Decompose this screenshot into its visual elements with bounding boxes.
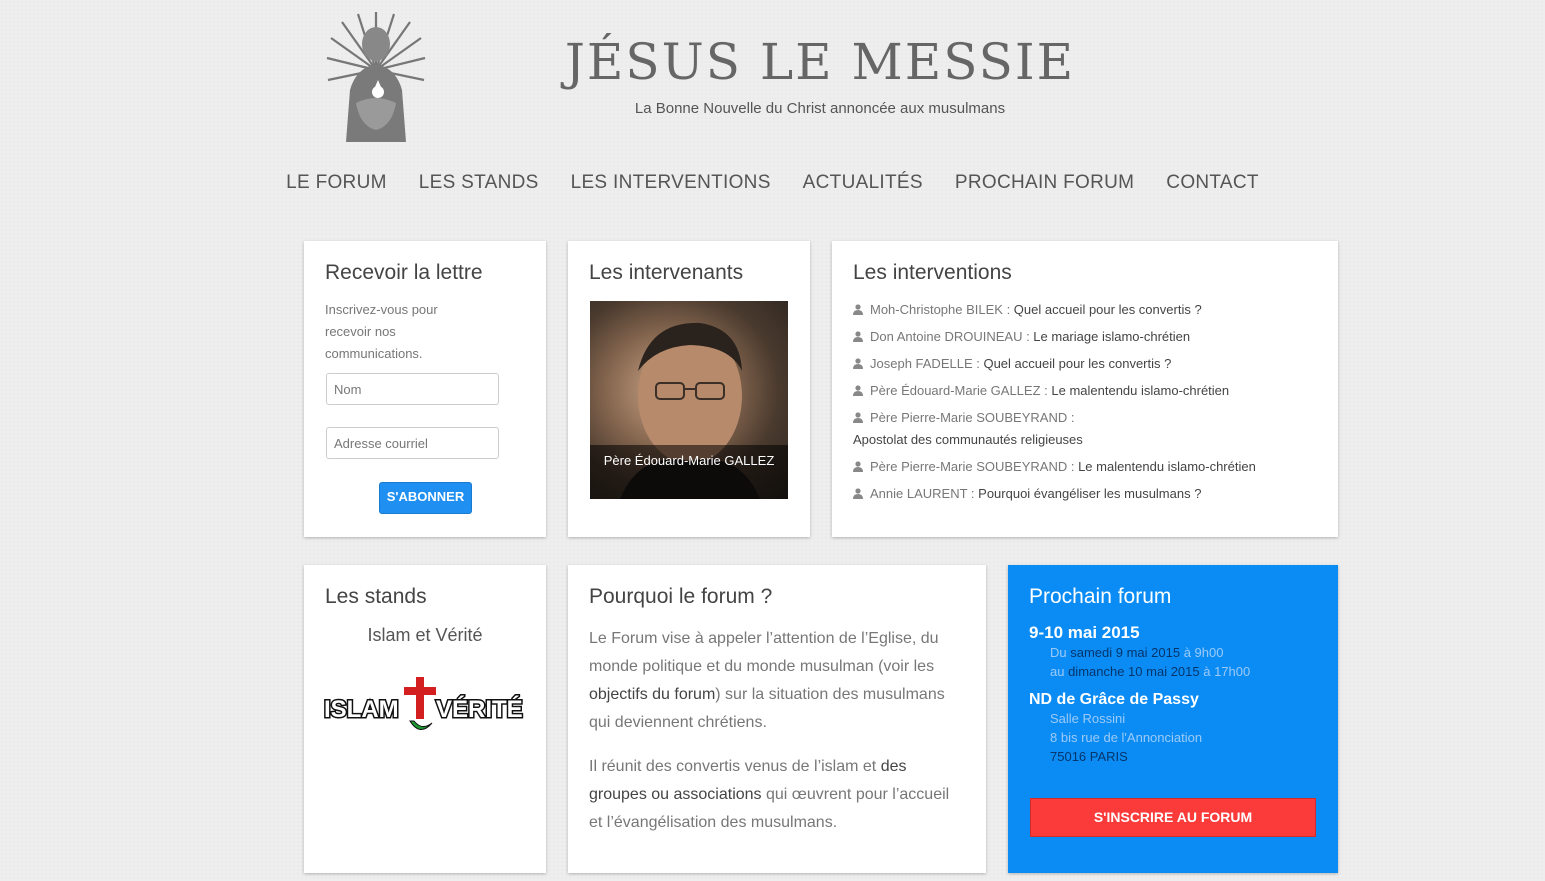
forum-venue: ND de Grâce de Passy	[1029, 691, 1199, 708]
why-paragraph-2: Il réunit des convertis venus de l’islam…	[589, 753, 965, 837]
why-text: Le Forum vise à appeler l’attention de l…	[589, 630, 939, 675]
intervention-title[interactable]: Apostolat des communautés religieuses	[853, 432, 1083, 447]
why-forum-card: Pourquoi le forum ? Le Forum vise à appe…	[568, 565, 986, 873]
interventions-card: Les interventions Moh-Christophe BILEK :…	[832, 241, 1338, 537]
user-icon	[853, 358, 863, 369]
subscribe-button[interactable]: S'ABONNER	[379, 482, 472, 514]
nav-item-prochain-forum[interactable]: PROCHAIN FORUM	[955, 172, 1134, 194]
register-forum-button[interactable]: S'INSCRIRE AU FORUM	[1030, 798, 1316, 837]
intervention-separator: :	[967, 486, 979, 501]
address-street: 8 bis rue de l'Annonciation	[1050, 730, 1203, 745]
next-forum-title: Prochain forum	[1029, 585, 1172, 608]
intervention-speaker: Moh-Christophe BILEK	[870, 302, 1003, 317]
intervention-separator: :	[972, 356, 984, 371]
user-icon	[853, 385, 863, 396]
forum-dates: 9-10 mai 2015	[1029, 623, 1140, 642]
intervention-title[interactable]: Le malentendu islamo-chrétien	[1078, 459, 1256, 474]
nav-item-actualites[interactable]: ACTUALITÉS	[803, 172, 923, 194]
intervention-title[interactable]: Le mariage islamo-chrétien	[1033, 329, 1190, 344]
intervention-item[interactable]: Père Pierre-Marie SOUBEYRAND : Le malent…	[853, 456, 1317, 478]
intervention-title[interactable]: Pourquoi évangéliser les musulmans ?	[978, 486, 1201, 501]
intervention-item[interactable]: Annie LAURENT : Pourquoi évangéliser les…	[853, 483, 1317, 505]
schedule-from-time: à 9h00	[1180, 645, 1224, 660]
address-city: 75016 PARIS	[1050, 749, 1128, 764]
nav-item-les-stands[interactable]: LES STANDS	[419, 172, 539, 194]
speakers-card: Les intervenants Père Édouard-Marie GALL…	[568, 241, 810, 537]
user-icon	[853, 304, 863, 315]
intervention-item[interactable]: Joseph FADELLE : Quel accueil pour les c…	[853, 353, 1317, 375]
nav-item-les-interventions[interactable]: LES INTERVENTIONS	[571, 172, 771, 194]
user-icon	[853, 488, 863, 499]
intervention-speaker: Père Pierre-Marie SOUBEYRAND	[870, 410, 1068, 425]
site-tagline: La Bonne Nouvelle du Christ annoncée aux…	[634, 100, 1006, 117]
intervention-speaker: Père Édouard-Marie GALLEZ	[870, 383, 1041, 398]
intervention-title[interactable]: Quel accueil pour les convertis ?	[983, 356, 1171, 371]
objectifs-link[interactable]: objectifs du forum	[589, 686, 715, 703]
intervention-title[interactable]: Le malentendu islamo-chrétien	[1051, 383, 1229, 398]
intervention-separator: :	[1022, 329, 1034, 344]
speaker-caption: Père Édouard-Marie GALLEZ	[590, 445, 788, 499]
stands-title: Les stands	[325, 585, 427, 608]
address-room: Salle Rossini	[1050, 711, 1126, 726]
logo-text-verite: VÉRITÉ	[436, 695, 523, 723]
intervention-item[interactable]: Père Édouard-Marie GALLEZ : Le malentend…	[853, 380, 1317, 402]
user-icon	[853, 412, 863, 423]
nav-item-contact[interactable]: CONTACT	[1166, 172, 1259, 194]
next-forum-card: Prochain forum 9-10 mai 2015 Du samedi 9…	[1008, 565, 1338, 873]
newsletter-text: Inscrivez-vous pour recevoir nos communi…	[325, 302, 438, 361]
intervention-speaker: Don Antoine DROUINEAU	[870, 329, 1023, 344]
schedule-to-label: au	[1050, 664, 1069, 679]
speaker-photo[interactable]: Père Édouard-Marie GALLEZ	[590, 301, 788, 499]
schedule-from-label: Du	[1050, 645, 1071, 660]
forum-schedule: Du samedi 9 mai 2015 à 9h00 au dimanche …	[1029, 643, 1317, 681]
schedule-from-date: samedi 9 mai 2015	[1070, 645, 1181, 660]
intervention-speaker: Père Pierre-Marie SOUBEYRAND	[870, 459, 1068, 474]
intervention-separator: :	[1067, 459, 1079, 474]
nav-item-le-forum[interactable]: LE FORUM	[286, 172, 387, 194]
schedule-to-time: à 17h00	[1199, 664, 1251, 679]
interventions-title: Les interventions	[853, 261, 1012, 284]
forum-address: Salle Rossini 8 bis rue de l'Annonciatio…	[1029, 709, 1317, 766]
user-icon	[853, 461, 863, 472]
stand-name[interactable]: Islam et Vérité	[325, 625, 525, 646]
schedule-to-date: dimanche 10 mai 2015	[1068, 664, 1200, 679]
sacred-heart-logo	[326, 12, 426, 142]
intervention-separator: :	[1002, 302, 1014, 317]
intervention-item[interactable]: Don Antoine DROUINEAU : Le mariage islam…	[853, 326, 1317, 348]
newsletter-card: Recevoir la lettre Inscrivez-vous pour r…	[304, 241, 546, 537]
main-nav: LE FORUM LES STANDS LES INTERVENTIONS AC…	[0, 172, 1545, 194]
intervention-item[interactable]: Moh-Christophe BILEK : Quel accueil pour…	[853, 299, 1317, 321]
why-forum-title: Pourquoi le forum ?	[589, 585, 773, 608]
intervention-item[interactable]: Père Pierre-Marie SOUBEYRAND : Apostolat…	[853, 407, 1317, 451]
logo-text-islam: ISLAM	[324, 696, 399, 723]
stands-card: Les stands Islam et Vérité ISLAM VÉRITÉ	[304, 565, 546, 873]
speakers-title: Les intervenants	[589, 261, 744, 284]
why-paragraph-1: Le Forum vise à appeler l’attention de l…	[589, 625, 965, 737]
newsletter-title: Recevoir la lettre	[325, 261, 483, 284]
interventions-list: Moh-Christophe BILEK : Quel accueil pour…	[853, 299, 1317, 505]
name-input[interactable]	[326, 373, 499, 405]
intervention-speaker: Joseph FADELLE	[870, 356, 973, 371]
user-icon	[853, 331, 863, 342]
why-text: Il réunit des convertis venus de l’islam…	[589, 758, 881, 775]
intervention-separator: :	[1040, 383, 1052, 398]
intervention-title[interactable]: Quel accueil pour les convertis ?	[1014, 302, 1202, 317]
site-title[interactable]: JÉSUS LE MESSIE	[560, 26, 1080, 98]
islam-et-verite-logo[interactable]: ISLAM VÉRITÉ	[324, 673, 526, 735]
email-input[interactable]	[326, 427, 499, 459]
intervention-separator: :	[1067, 410, 1075, 425]
intervention-speaker: Annie LAURENT	[870, 486, 968, 501]
